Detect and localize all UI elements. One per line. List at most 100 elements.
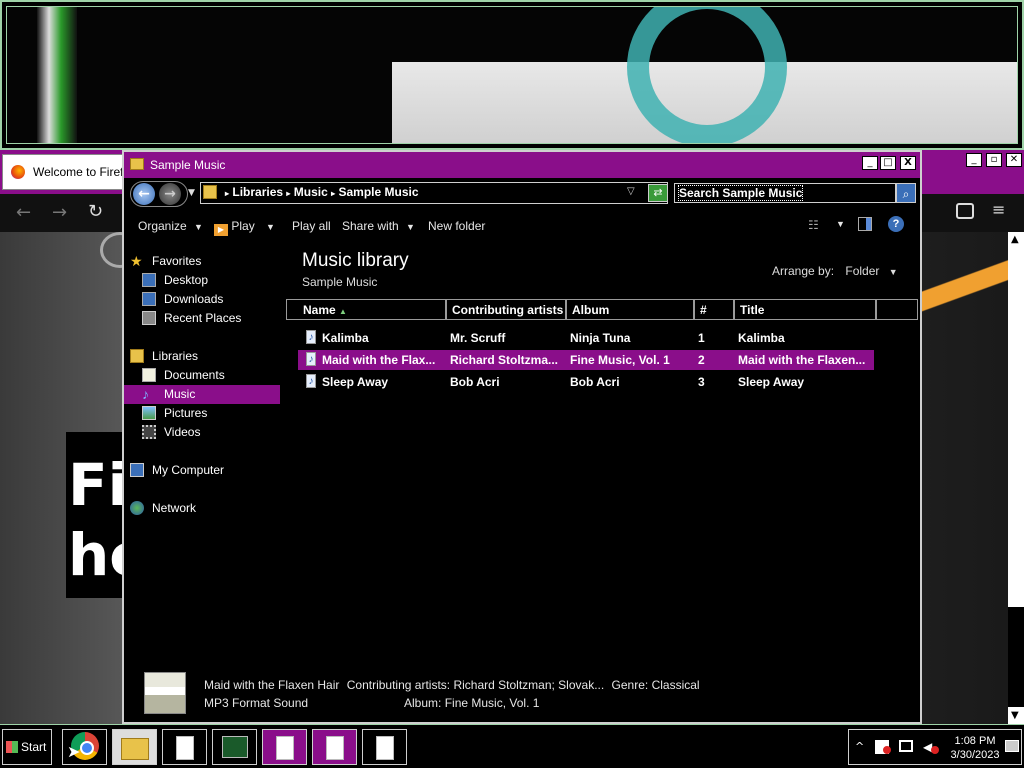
firefox-scrollbar[interactable]: ▲ ▼ [1008, 232, 1024, 725]
nav-desktop[interactable]: Desktop [124, 271, 280, 290]
breadcrumb-sample-music[interactable]: Sample Music [338, 185, 418, 199]
start-button[interactable]: Start [2, 729, 52, 765]
content-pane: Music library Sample Music Arrange by: F… [286, 244, 918, 664]
taskbar-document-button-active[interactable] [262, 729, 307, 765]
firefox-minimize-button[interactable]: _ [966, 153, 982, 167]
cell-artist: Bob Acri [450, 375, 500, 389]
taskbar-document-button[interactable] [362, 729, 407, 765]
firefox-tab[interactable]: Welcome to Firefox [2, 154, 136, 190]
firefox-icon [11, 165, 25, 179]
forward-button[interactable]: → [159, 183, 181, 205]
clock[interactable]: 1:08 PM 3/30/2023 [947, 734, 1003, 762]
chevron-right-icon[interactable]: ▸ [331, 189, 335, 198]
chevron-right-icon[interactable]: ▸ [286, 189, 290, 198]
column-name[interactable]: Name ▲ [286, 299, 446, 320]
nav-buttons: ← → [130, 181, 188, 207]
table-row-selected[interactable]: ♪ Maid with the Flax... Richard Stoltzma… [298, 350, 874, 370]
explorer-window[interactable]: Sample Music _ □ X ← → ▼ ▸ Libraries ▸ M… [122, 150, 922, 724]
help-icon[interactable]: ? [888, 216, 904, 232]
search-icon[interactable]: ⌕ [896, 183, 916, 203]
details-genre-value: Classical [651, 678, 700, 692]
arrange-by-value[interactable]: Folder [845, 264, 879, 278]
scroll-up-icon[interactable]: ▲ [1011, 234, 1019, 245]
cell-album: Fine Music, Vol. 1 [570, 353, 670, 367]
pocket-icon[interactable] [956, 203, 974, 219]
taskbar-explorer-button[interactable] [112, 729, 157, 765]
sort-ascending-icon: ▲ [339, 307, 347, 316]
firefox-maximize-button[interactable]: ▫ [986, 153, 1002, 167]
library-subheading: Sample Music [302, 275, 378, 289]
firefox-close-button[interactable]: ✕ [1006, 153, 1022, 167]
view-options-icon[interactable]: ☷ [808, 218, 824, 232]
nav-videos[interactable]: Videos [124, 423, 280, 442]
taskbar-document-button-active[interactable] [312, 729, 357, 765]
forward-icon[interactable]: → [52, 202, 67, 223]
nav-pictures[interactable]: Pictures [124, 404, 280, 423]
music-note-icon: ♪ [142, 386, 149, 402]
nav-recent-places[interactable]: Recent Places [124, 309, 280, 328]
back-icon[interactable]: ← [16, 202, 31, 223]
address-bar[interactable]: ▸ Libraries ▸ Music ▸ Sample Music ▽ [200, 182, 668, 204]
taskbar-chrome-button[interactable]: ➤ [62, 729, 107, 765]
nav-downloads[interactable]: Downloads [124, 290, 280, 309]
folder-icon [203, 185, 217, 199]
nav-label: Recent Places [164, 311, 242, 325]
view-dropdown-icon[interactable]: ▼ [836, 219, 845, 229]
play-all-button[interactable]: Play all [292, 219, 331, 233]
chevron-down-icon: ▼ [406, 222, 415, 232]
new-folder-button[interactable]: New folder [428, 219, 485, 233]
organize-button[interactable]: Organize ▼ [138, 219, 203, 233]
column-label: Name [303, 303, 336, 317]
column-title[interactable]: Title [734, 299, 876, 320]
menu-icon[interactable]: ≡ [992, 200, 1005, 219]
table-row[interactable]: ♪ Sleep Away Bob Acri Bob Acri 3 Sleep A… [298, 372, 874, 392]
breadcrumb-libraries[interactable]: Libraries [232, 185, 283, 199]
audio-file-icon: ♪ [306, 374, 316, 388]
show-desktop-icon[interactable] [1005, 740, 1019, 752]
taskbar-task-manager-button[interactable] [212, 729, 257, 765]
preview-pane-icon[interactable] [858, 217, 872, 231]
scroll-down-icon[interactable]: ▼ [1011, 710, 1019, 721]
nav-my-computer[interactable]: My Computer [124, 461, 280, 480]
refresh-icon[interactable]: ⇄ [648, 184, 668, 202]
details-album-value: Fine Music, Vol. 1 [444, 696, 540, 710]
nav-music[interactable]: ♪ Music [124, 385, 280, 404]
search-box[interactable]: Search Sample Music [674, 183, 896, 203]
play-button[interactable]: ▶ Play ▼ [214, 219, 275, 236]
minimize-button[interactable]: _ [862, 156, 878, 170]
chrome-icon-center [80, 741, 94, 755]
search-input[interactable]: Search Sample Music [677, 185, 804, 201]
taskbar-document-button[interactable] [162, 729, 207, 765]
nav-documents[interactable]: Documents [124, 366, 280, 385]
breadcrumb-music[interactable]: Music [294, 185, 328, 199]
play-label: Play [231, 219, 255, 233]
explorer-titlebar[interactable]: Sample Music _ □ X [124, 152, 920, 178]
table-row[interactable]: ♪ Kalimba Mr. Scruff Ninja Tuna 1 Kalimb… [298, 328, 874, 348]
close-button[interactable]: X [900, 156, 916, 170]
nav-label: Documents [164, 368, 225, 382]
reload-icon[interactable]: ↻ [88, 201, 103, 222]
nav-label: Downloads [164, 292, 224, 306]
column-artists[interactable]: Contributing artists [446, 299, 566, 320]
audio-file-icon: ♪ [306, 352, 316, 366]
address-dropdown-icon[interactable]: ▽ [627, 186, 635, 197]
nav-libraries[interactable]: Libraries [124, 347, 280, 366]
arrange-by-label: Arrange by: [772, 264, 835, 278]
back-button[interactable]: ← [133, 183, 155, 205]
document-icon [326, 736, 344, 760]
column-album[interactable]: Album [566, 299, 694, 320]
show-hidden-icons[interactable]: ^ [855, 740, 864, 753]
arrange-by[interactable]: Arrange by: Folder ▼ [772, 264, 898, 278]
nav-favorites[interactable]: ★ Favorites [124, 252, 280, 271]
background-window[interactable] [0, 0, 1024, 150]
details-title: Maid with the Flaxen Hair [204, 678, 340, 692]
network-tray-icon[interactable] [899, 740, 913, 752]
pictures-icon [142, 406, 156, 420]
share-with-button[interactable]: Share with ▼ [342, 219, 415, 233]
chevron-right-icon[interactable]: ▸ [225, 189, 229, 198]
recent-pages-dropdown-icon[interactable]: ▼ [188, 188, 195, 198]
column-number[interactable]: # [694, 299, 734, 320]
nav-network[interactable]: Network [124, 499, 280, 518]
network-icon [130, 501, 144, 515]
maximize-button[interactable]: □ [880, 156, 896, 170]
